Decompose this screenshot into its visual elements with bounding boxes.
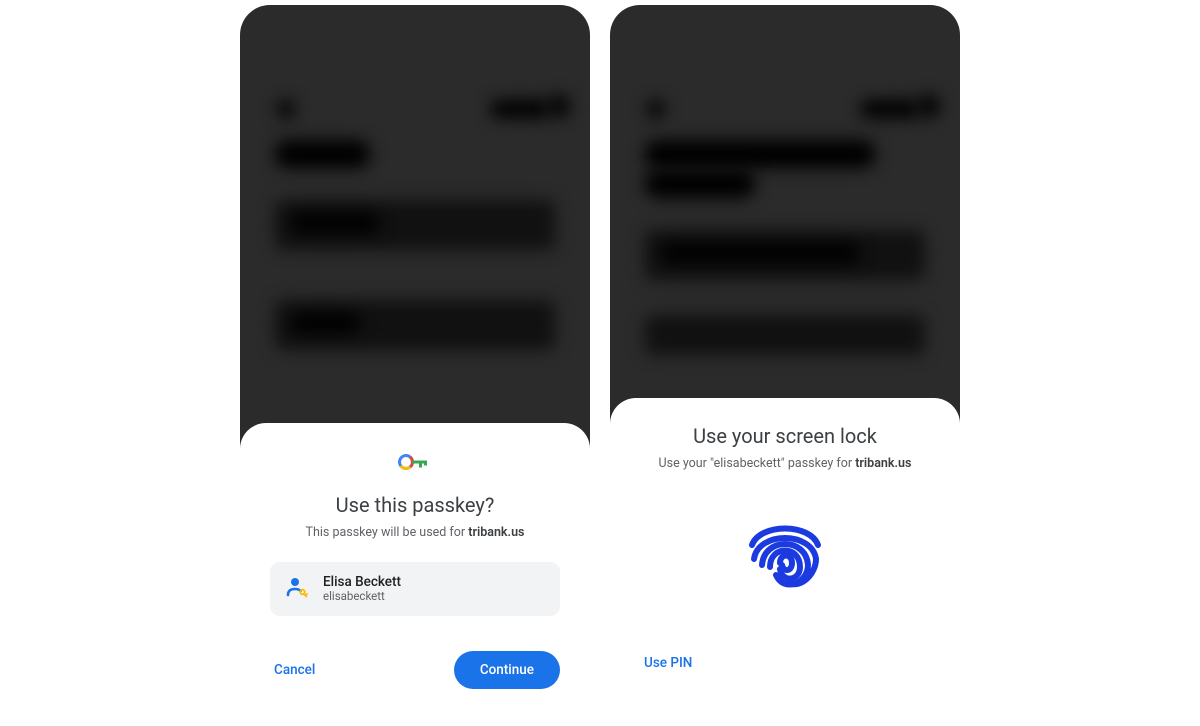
bg-avatar-hint (548, 95, 570, 117)
person-key-icon (284, 574, 310, 604)
account-info: Elisa Beckett elisabeckett (323, 574, 401, 604)
bg-label2-hint (290, 313, 360, 333)
bg-avatar-hint-r (918, 95, 940, 117)
bg-close-hint-r (647, 100, 665, 118)
phone-left: Use this passkey? This passkey will be u… (240, 5, 590, 726)
bg-close-hint (277, 100, 295, 118)
button-row-right: Use PIN (640, 647, 930, 679)
passkey-sheet: Use this passkey? This passkey will be u… (240, 423, 590, 726)
sheet-subtitle-left: This passkey will be used for tribank.us (306, 525, 525, 540)
bg-field2-hint-r (645, 315, 925, 355)
sheet-subtitle-right: Use your "elisabeckett" passkey for trib… (659, 456, 912, 471)
sheet-title-left: Use this passkey? (336, 493, 495, 517)
cancel-button[interactable]: Cancel (270, 654, 319, 686)
screenlock-sheet: Use your screen lock Use your "elisabeck… (610, 398, 960, 726)
account-username: elisabeckett (323, 590, 401, 604)
account-name: Elisa Beckett (323, 574, 401, 590)
bg-heading-hint (275, 140, 370, 168)
sheet-title-right: Use your screen lock (693, 424, 877, 448)
use-pin-button[interactable]: Use PIN (640, 647, 696, 679)
bg-topright-hint (490, 100, 550, 118)
fingerprint-icon[interactable] (730, 503, 840, 617)
bg-heading2-hint-r (645, 170, 755, 198)
bg-label1-hint-r (660, 243, 860, 263)
bg-heading1-hint-r (645, 140, 875, 168)
bg-label1-hint (290, 213, 380, 233)
google-key-icon (397, 453, 433, 475)
account-card[interactable]: Elisa Beckett elisabeckett (270, 562, 560, 616)
phone-right: Use your screen lock Use your "elisabeck… (610, 5, 960, 726)
button-row-left: Cancel Continue (270, 651, 560, 689)
continue-button[interactable]: Continue (454, 651, 560, 689)
bg-topright-hint-r (860, 100, 920, 118)
